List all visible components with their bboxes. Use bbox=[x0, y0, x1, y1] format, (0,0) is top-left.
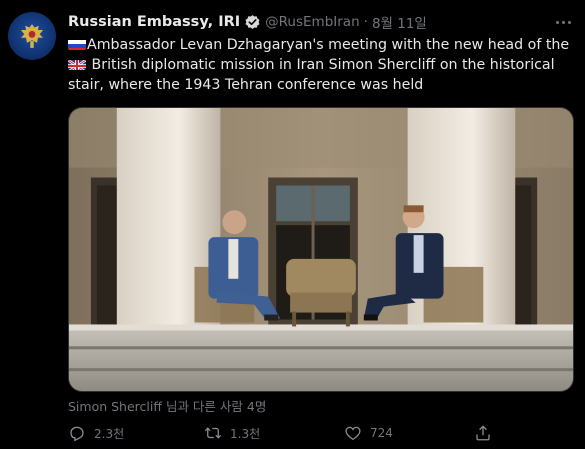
avatar[interactable] bbox=[8, 12, 56, 60]
share-icon bbox=[476, 425, 490, 441]
header-separator: · bbox=[363, 14, 368, 30]
tweet-date[interactable]: 8월 11일 bbox=[372, 12, 427, 32]
reply-icon bbox=[70, 426, 84, 442]
author-handle[interactable]: @RusEmbIran bbox=[265, 14, 359, 30]
tweet-header: Russian Embassy, IRI @RusEmbIran · 8월 11… bbox=[68, 11, 427, 33]
russia-flag-icon bbox=[68, 38, 86, 50]
retweet-icon bbox=[204, 427, 222, 439]
uk-flag-icon bbox=[68, 58, 86, 70]
more-icon[interactable] bbox=[551, 12, 575, 32]
reply-count: 2.3천 bbox=[94, 426, 125, 441]
action-bar: 2.3천 1.3천 724 bbox=[68, 424, 508, 446]
tagged-people[interactable]: Simon Shercliff 님과 다른 사람 4명 bbox=[68, 396, 266, 415]
like-count: 724 bbox=[370, 426, 393, 440]
heart-icon bbox=[345, 426, 361, 441]
like-button[interactable]: 724 bbox=[344, 424, 393, 442]
tweet-photo[interactable] bbox=[68, 107, 574, 392]
author-name[interactable]: Russian Embassy, IRI bbox=[68, 14, 240, 30]
tweet-text-part1: Ambassador Levan Dzhagaryan's meeting wi… bbox=[87, 37, 570, 53]
retweet-button[interactable]: 1.3천 bbox=[204, 424, 260, 442]
verified-badge-icon bbox=[245, 14, 260, 29]
russian-coat-of-arms-icon bbox=[20, 24, 44, 48]
share-button[interactable] bbox=[474, 424, 492, 442]
tweet-text-part2: British diplomatic mission in Iran Simon… bbox=[68, 57, 555, 93]
tweet-text: Ambassador Levan Dzhagaryan's meeting wi… bbox=[68, 35, 573, 95]
reply-button[interactable]: 2.3천 bbox=[68, 424, 124, 442]
retweet-count: 1.3천 bbox=[230, 426, 261, 441]
